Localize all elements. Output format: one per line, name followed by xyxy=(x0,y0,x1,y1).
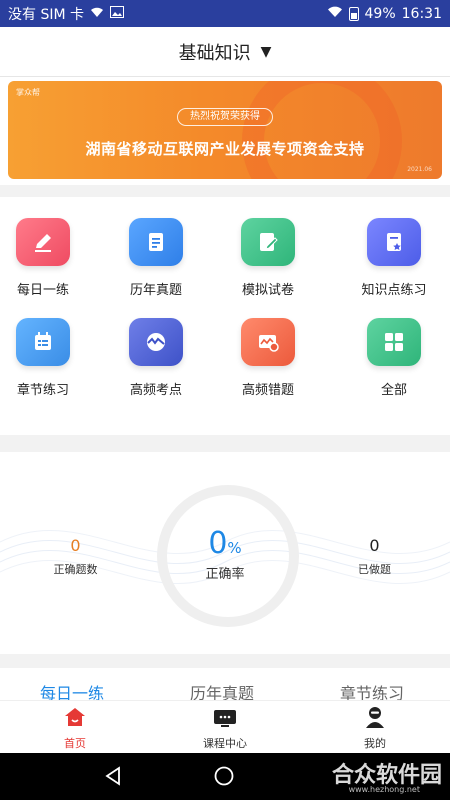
stats-panel: 0 正确题数 0% 正确率 0 已做题 xyxy=(0,452,450,654)
done-count-label: 已做题 xyxy=(358,563,391,576)
home-icon[interactable] xyxy=(63,705,87,729)
bottom-nav: 首页 课程中心 我的 xyxy=(0,700,450,753)
tv-icon[interactable] xyxy=(213,705,237,729)
banner-decoration xyxy=(242,81,402,179)
stat-done-count: 0 已做题 xyxy=(337,536,412,577)
grid-item-chapter-practice[interactable]: 章节练习 xyxy=(0,318,98,398)
grid-item-past-exams[interactable]: 历年真题 xyxy=(101,218,211,298)
grid-icon[interactable] xyxy=(367,318,421,366)
done-count-value: 0 xyxy=(369,536,380,555)
stat-correct-count: 0 正确题数 xyxy=(38,536,113,577)
back-icon[interactable] xyxy=(102,765,124,787)
grid-label: 高频考点 xyxy=(129,383,182,398)
nav-item-courses[interactable]: 课程中心 xyxy=(175,705,275,751)
battery-icon xyxy=(348,6,359,21)
grid-label: 高频错题 xyxy=(241,383,294,398)
clock: 16:31 xyxy=(401,5,442,22)
book-star-icon[interactable] xyxy=(367,218,421,266)
pencil-icon[interactable] xyxy=(16,218,70,266)
nav-label: 课程中心 xyxy=(203,737,247,750)
wave-icon[interactable] xyxy=(129,318,183,366)
calendar-list-icon[interactable] xyxy=(16,318,70,366)
nav-item-profile[interactable]: 我的 xyxy=(325,705,425,751)
grid-label: 知识点练习 xyxy=(361,283,427,298)
grid-item-daily-practice[interactable]: 每日一练 xyxy=(0,218,98,298)
battery-percent: 49% xyxy=(364,5,396,22)
watermark-url: www.hezhong.net xyxy=(348,785,420,794)
header[interactable]: 基础知识 ▼ xyxy=(0,27,450,77)
banner-section: 掌众帮 热烈祝贺荣获得 湖南省移动互联网产业发展专项资金支持 2021.06 xyxy=(0,77,450,185)
image-icon xyxy=(110,5,124,22)
grid-item-hot-topics[interactable]: 高频考点 xyxy=(101,318,211,398)
nav-label: 首页 xyxy=(64,737,86,750)
chart-error-icon[interactable] xyxy=(241,318,295,366)
correct-count-value: 0 xyxy=(70,536,81,555)
grid-item-frequent-errors[interactable]: 高频错题 xyxy=(213,318,323,398)
grid-item-all[interactable]: 全部 xyxy=(339,318,449,398)
wifi-icon xyxy=(90,6,104,22)
correct-count-label: 正确题数 xyxy=(53,563,98,576)
grid-item-knowledge-practice[interactable]: 知识点练习 xyxy=(339,218,449,298)
exam-icon[interactable] xyxy=(241,218,295,266)
promo-banner[interactable]: 掌众帮 热烈祝贺荣获得 湖南省移动互联网产业发展专项资金支持 2021.06 xyxy=(8,81,442,179)
status-bar: 没有 SIM 卡 49% 16:31 xyxy=(0,0,450,27)
system-nav-bar: 合众软件园 www.hezhong.net xyxy=(0,753,450,800)
document-icon[interactable] xyxy=(129,218,183,266)
grid-label: 每日一练 xyxy=(16,283,69,298)
stat-correct-rate: 0% 正确率 xyxy=(175,526,275,582)
correct-rate-label: 正确率 xyxy=(205,567,245,582)
banner-pill: 热烈祝贺荣获得 xyxy=(177,108,273,126)
grid-item-mock-exam[interactable]: 模拟试卷 xyxy=(213,218,323,298)
wifi-icon xyxy=(327,6,343,22)
banner-mark: 2021.06 xyxy=(407,166,432,173)
home-button-icon[interactable] xyxy=(213,765,235,787)
banner-headline: 湖南省移动互联网产业发展专项资金支持 xyxy=(85,140,365,158)
grid-label: 全部 xyxy=(380,383,407,398)
nav-item-home[interactable]: 首页 xyxy=(25,705,125,751)
grid-label: 模拟试卷 xyxy=(241,283,294,298)
correct-rate-value: 0% xyxy=(208,526,242,561)
grid-label: 章节练习 xyxy=(16,383,69,398)
nav-label: 我的 xyxy=(364,737,386,750)
feature-grid: 每日一练 历年真题 模拟试卷 知识点练习 章节练习 高频考点 高频错题 全部 xyxy=(0,197,450,435)
user-icon[interactable] xyxy=(363,705,387,729)
grid-label: 历年真题 xyxy=(129,283,182,298)
carrier-text: 没有 SIM 卡 xyxy=(8,6,84,23)
page-title[interactable]: 基础知识 xyxy=(179,39,251,65)
chevron-down-icon[interactable]: ▼ xyxy=(261,44,272,60)
banner-logo: 掌众帮 xyxy=(16,88,40,97)
